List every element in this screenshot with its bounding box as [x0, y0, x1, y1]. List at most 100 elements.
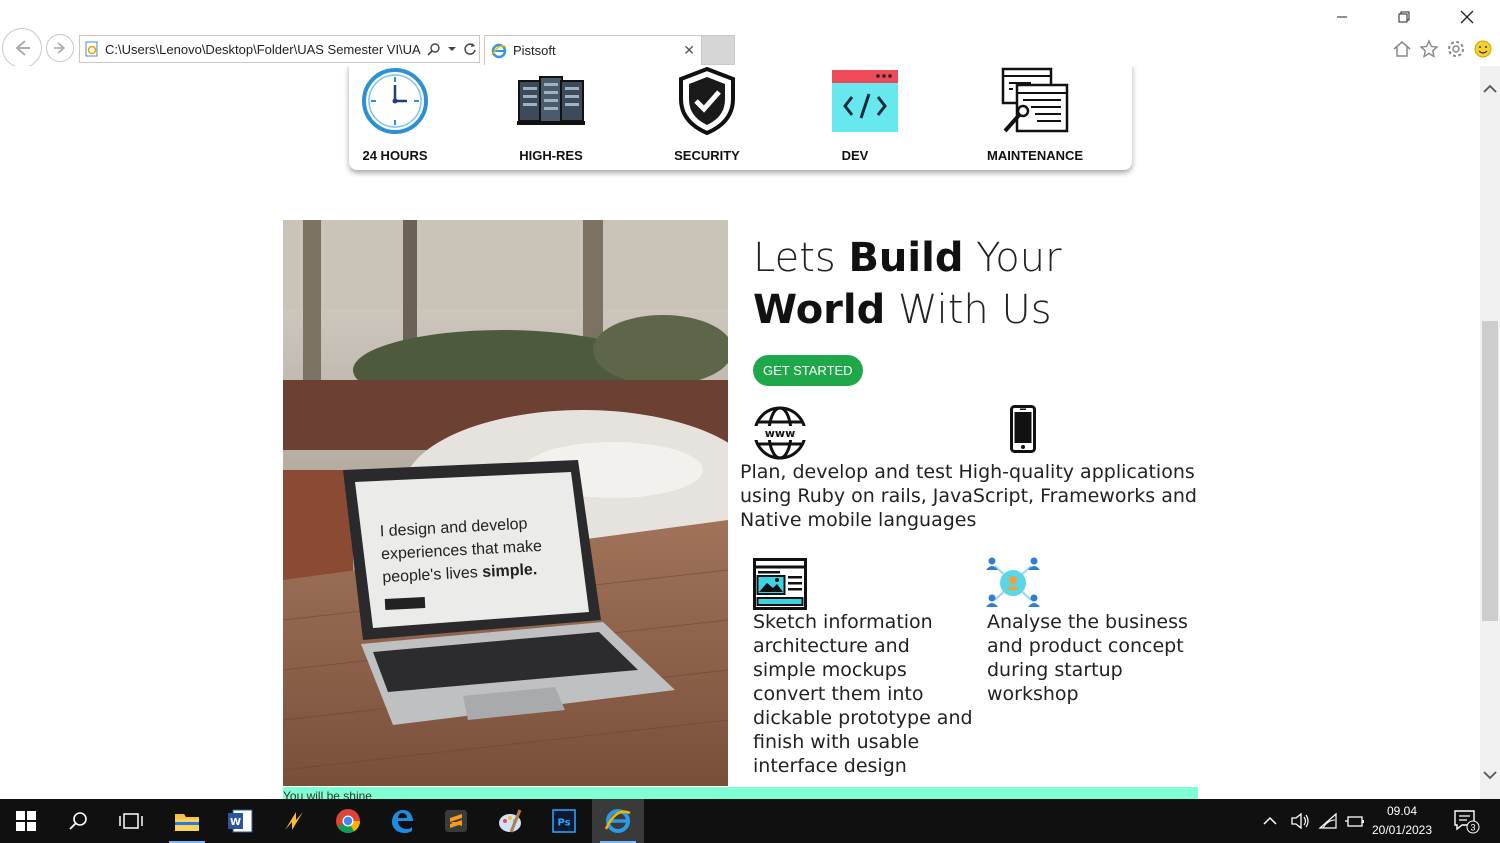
svg-text:Ps: Ps [557, 818, 570, 829]
vertical-scrollbar[interactable] [1480, 66, 1500, 799]
search-icon [69, 812, 87, 830]
taskbar-edge[interactable] [376, 799, 428, 843]
star-icon [1419, 39, 1439, 58]
smartphone-icon [1010, 405, 1036, 453]
laptop-photo: I design and develop experiences that ma… [283, 220, 728, 786]
search-icon[interactable] [427, 42, 441, 56]
taskbar-photoshop[interactable]: Ps [538, 799, 590, 843]
page-icon [85, 41, 98, 57]
folder-icon [175, 814, 199, 831]
feedback-button[interactable] [1472, 38, 1494, 60]
scrollbar-thumb[interactable] [1482, 321, 1498, 621]
taskbar-app-paint[interactable] [484, 799, 536, 843]
chevron-down-icon[interactable] [447, 44, 457, 54]
hero-photo: I design and develop experiences that ma… [283, 220, 728, 786]
shield-check-icon [679, 67, 735, 135]
favorites-button[interactable] [1418, 38, 1440, 60]
paint-app-icon [499, 809, 522, 833]
arrow-left-icon [15, 40, 30, 56]
refresh-icon[interactable] [463, 42, 477, 56]
wifi-icon[interactable] [1318, 812, 1338, 830]
design-description: Sketch information architecture and simp… [753, 611, 973, 777]
chevron-up-icon [1483, 84, 1497, 93]
taskbar-clock[interactable]: 09.04 20/01/2023 [1364, 802, 1440, 840]
photoshop-icon: Ps [552, 809, 576, 833]
browser-tab[interactable]: Pistsoft ✕ [484, 35, 702, 65]
home-icon [1393, 41, 1411, 57]
arrow-right-icon [54, 42, 66, 54]
taskbar-internet-explorer[interactable] [592, 799, 644, 843]
volume-icon[interactable] [1290, 812, 1310, 830]
scroll-down-button[interactable] [1483, 768, 1497, 782]
chevron-down-icon [1483, 771, 1497, 780]
word-icon: W [228, 809, 253, 833]
chevron-up-icon[interactable] [1262, 815, 1278, 827]
clock-time: 09.04 [1386, 804, 1418, 818]
browser-chrome: C:\Users\Lenovo\Desktop\Folder\UAS Semes… [0, 0, 1500, 68]
feature-label: 24 HOURS [362, 148, 428, 163]
chrome-icon [336, 809, 360, 834]
close-icon [1460, 10, 1474, 24]
close-window-button[interactable] [1447, 4, 1487, 30]
taskbar-sublime[interactable] [430, 799, 482, 843]
task-view-button[interactable] [105, 799, 157, 843]
feature-dev: DEV [830, 66, 900, 163]
taskbar-word[interactable]: W [214, 799, 266, 843]
servers-icon [517, 76, 585, 125]
feature-security: SECURITY [672, 66, 742, 163]
sublime-text-icon [445, 810, 467, 832]
taskbar-file-explorer[interactable] [161, 799, 213, 843]
new-tab-button[interactable] [702, 35, 735, 65]
scroll-up-button[interactable] [1483, 82, 1497, 96]
search-button[interactable] [52, 799, 104, 843]
back-button[interactable] [2, 28, 42, 68]
team-analysis-icon [986, 557, 1040, 607]
system-tray [1262, 799, 1366, 843]
home-button[interactable] [1391, 38, 1413, 60]
feature-label: SECURITY [674, 148, 740, 163]
gear-icon [1448, 41, 1464, 57]
ie-icon [604, 809, 631, 833]
bottom-banner: You will be shine [283, 787, 1198, 799]
forward-button[interactable] [46, 34, 74, 62]
maintenance-icon [1001, 67, 1069, 133]
tab-title: Pistsoft [513, 43, 556, 58]
edge-icon [392, 810, 413, 833]
task-view-icon [119, 813, 143, 829]
windows-logo-icon [16, 811, 36, 831]
settings-button[interactable] [1445, 38, 1467, 60]
action-center-button[interactable]: 3 [1446, 799, 1486, 843]
restore-button[interactable] [1384, 4, 1424, 30]
feature-24-hours: 24 HOURS [360, 66, 430, 163]
analysis-description: Analyse the business and product concept… [987, 611, 1188, 705]
feature-high-res: HIGH-RES [516, 66, 586, 163]
feature-label: HIGH-RES [519, 148, 583, 163]
minimize-button[interactable] [1322, 4, 1362, 30]
address-text[interactable]: C:\Users\Lenovo\Desktop\Folder\UAS Semes… [105, 42, 423, 57]
ie-icon [491, 43, 507, 58]
features-card: 24 HOURS HIGH-RES SECURITY DEV MAINTENAN… [349, 66, 1132, 170]
start-button[interactable] [0, 799, 52, 843]
clock-icon [362, 68, 428, 134]
svg-text:W: W [230, 817, 241, 828]
taskbar-chrome[interactable] [322, 799, 374, 843]
web-design-icon [753, 558, 807, 610]
page-viewport: 24 HOURS HIGH-RES SECURITY DEV MAINTENAN… [0, 66, 1500, 799]
taskbar: W Ps 09.04 20/01/2023 3 [0, 799, 1500, 843]
clock-date: 20/01/2023 [1371, 823, 1433, 837]
smiley-icon [1474, 40, 1492, 58]
notification-icon: 3 [1454, 810, 1480, 834]
lightning-app-icon [285, 812, 303, 830]
feature-label: MAINTENANCE [987, 148, 1084, 163]
battery-icon[interactable] [1344, 813, 1366, 829]
notification-count: 3 [1470, 823, 1475, 833]
close-tab-icon[interactable]: ✕ [683, 43, 695, 59]
globe-www-icon: www [753, 406, 807, 460]
address-bar[interactable]: C:\Users\Lenovo\Desktop\Folder\UAS Semes… [79, 35, 480, 63]
feature-label: DEV [841, 148, 869, 163]
taskbar-app-bolt[interactable] [268, 799, 320, 843]
get-started-button[interactable]: GET STARTED [753, 355, 863, 386]
restore-icon [1398, 11, 1410, 23]
hero-title: Lets Build Your World With Us [753, 235, 1062, 333]
code-window-icon [832, 70, 898, 132]
